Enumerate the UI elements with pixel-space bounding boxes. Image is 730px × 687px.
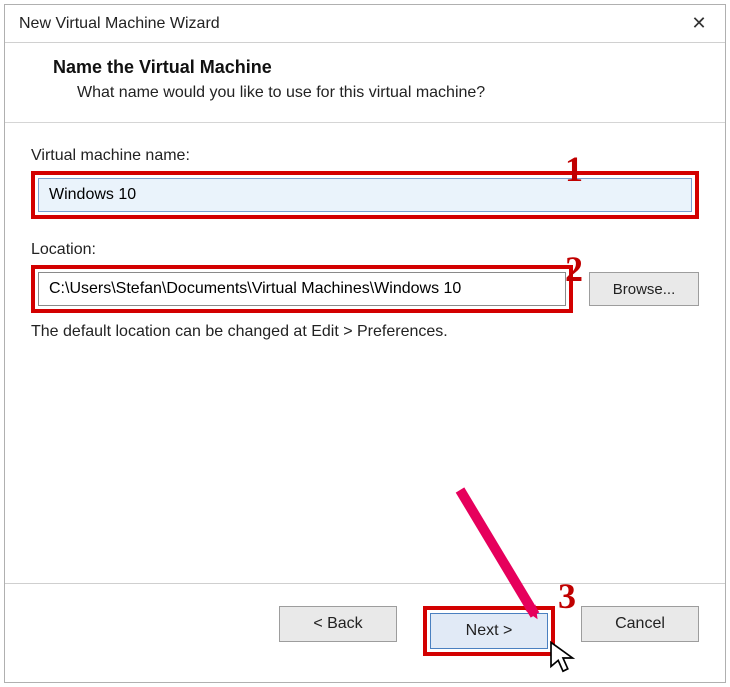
- wizard-content: Virtual machine name: Location: Browse..…: [5, 123, 725, 583]
- location-note: The default location can be changed at E…: [31, 323, 699, 341]
- location-label: Location:: [31, 241, 699, 259]
- next-button[interactable]: Next >: [430, 613, 548, 649]
- close-icon[interactable]: ✕: [679, 9, 719, 39]
- annotation-highlight-1: [31, 171, 699, 219]
- annotation-highlight-3: Next >: [423, 606, 555, 656]
- page-heading: Name the Virtual Machine: [53, 57, 699, 78]
- wizard-window: New Virtual Machine Wizard ✕ Name the Vi…: [4, 4, 726, 683]
- cancel-button[interactable]: Cancel: [581, 606, 699, 642]
- page-subheading: What name would you like to use for this…: [77, 84, 699, 102]
- location-input[interactable]: [38, 272, 566, 306]
- wizard-footer: < Back Next > Cancel: [5, 583, 725, 682]
- vm-name-input[interactable]: [38, 178, 692, 212]
- back-button[interactable]: < Back: [279, 606, 397, 642]
- vm-name-label: Virtual machine name:: [31, 147, 699, 165]
- browse-button[interactable]: Browse...: [589, 272, 699, 306]
- wizard-header: Name the Virtual Machine What name would…: [5, 43, 725, 122]
- annotation-highlight-2: [31, 265, 573, 313]
- window-title: New Virtual Machine Wizard: [19, 15, 679, 33]
- titlebar: New Virtual Machine Wizard ✕: [5, 5, 725, 43]
